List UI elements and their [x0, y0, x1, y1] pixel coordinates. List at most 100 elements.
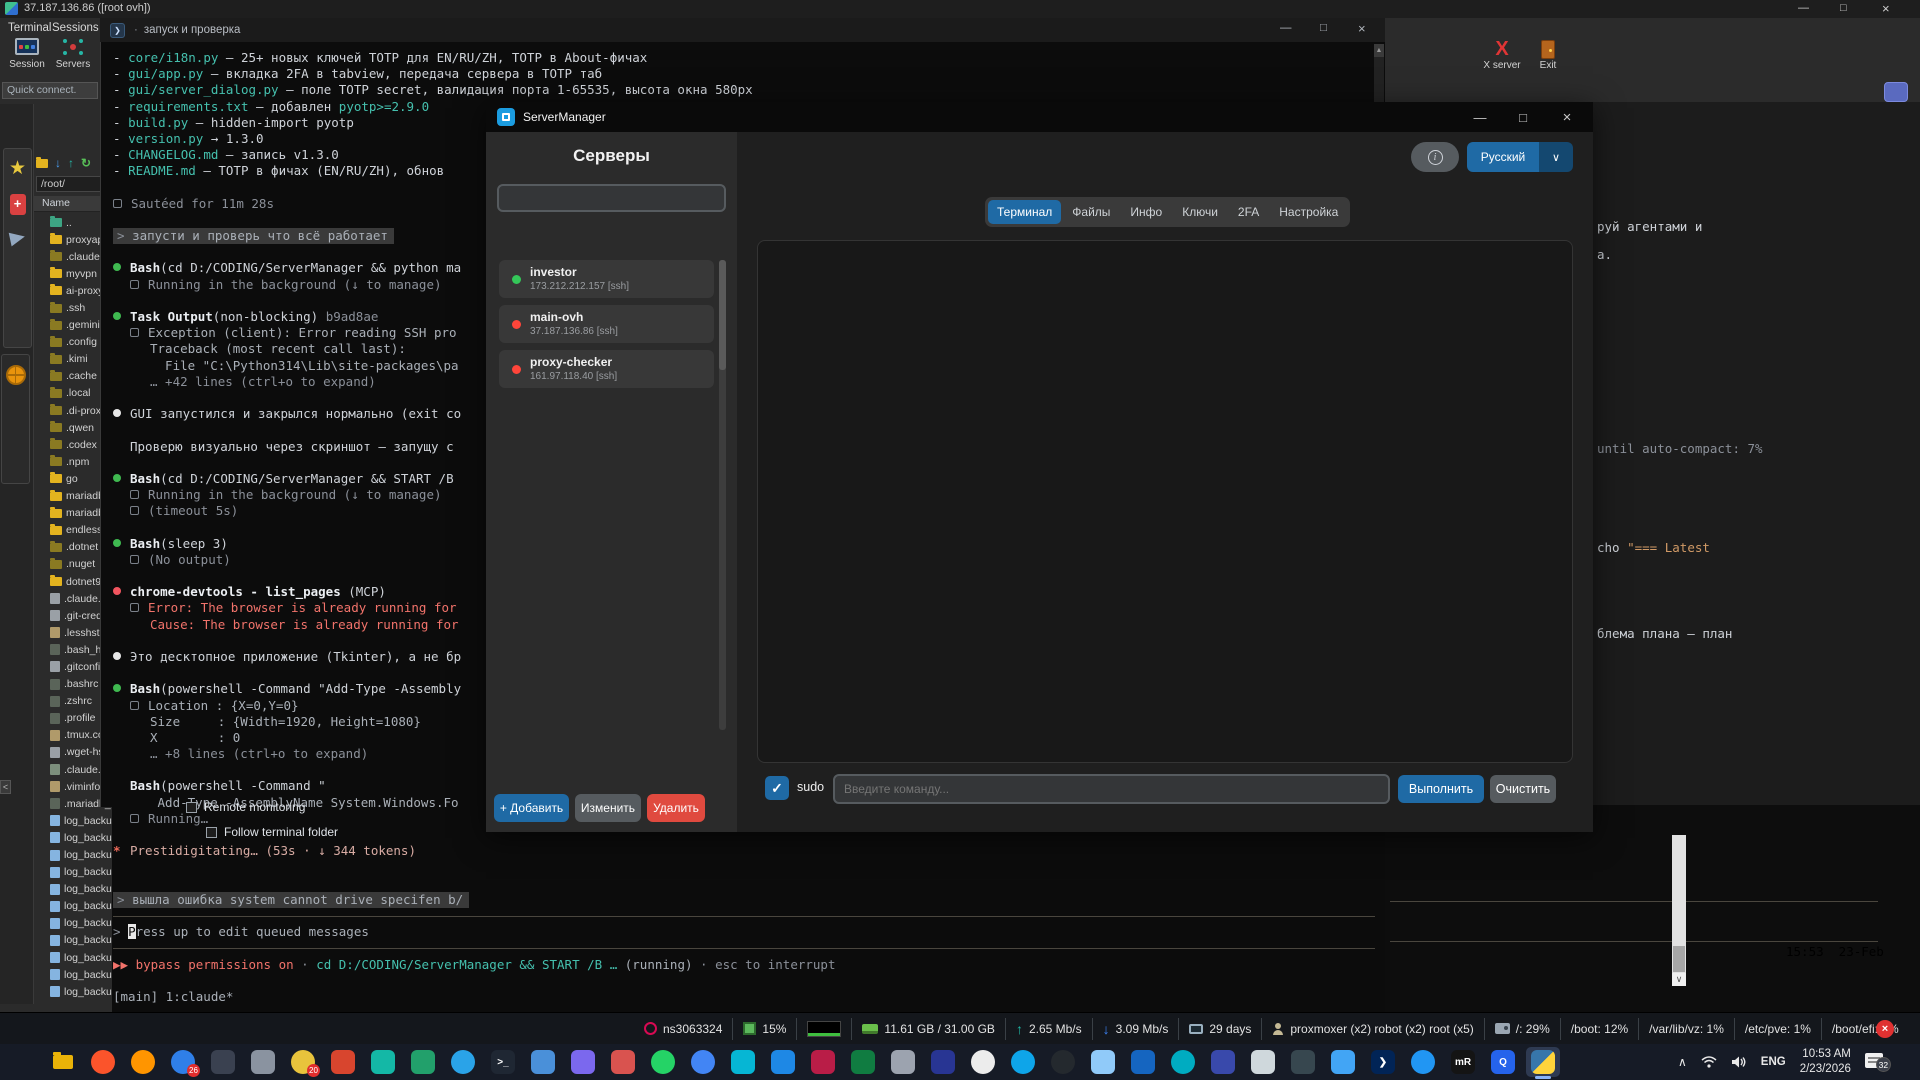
- menu-terminal[interactable]: Terminal: [8, 22, 51, 34]
- taskbar-icon-app-dark[interactable]: [206, 1047, 240, 1077]
- speaker-icon[interactable]: [1731, 1055, 1747, 1069]
- terminal-close[interactable]: ×: [1358, 21, 1366, 36]
- globe-icon[interactable]: [6, 365, 26, 385]
- window-close[interactable]: ×: [1882, 1, 1890, 16]
- command-input[interactable]: [833, 774, 1390, 804]
- favorites-star-icon[interactable]: ★: [4, 157, 31, 180]
- taskbar-icon-app-green[interactable]: [406, 1047, 440, 1077]
- taskbar-icon-mremoteng[interactable]: mR: [1446, 1047, 1480, 1077]
- exit-button[interactable]: Exit: [1530, 38, 1566, 78]
- taskbar-icon-quick-assist[interactable]: Q: [1486, 1047, 1520, 1077]
- tray-chevron-icon[interactable]: ∧: [1678, 1055, 1687, 1069]
- input-language[interactable]: ENG: [1761, 1056, 1786, 1068]
- taskbar-icon-app-teal2[interactable]: [1166, 1047, 1200, 1077]
- add-server-button[interactable]: + Добавить: [494, 794, 569, 822]
- scrollbar-down-arrow[interactable]: ∨: [1672, 973, 1686, 986]
- remote-monitoring-checkbox[interactable]: [186, 802, 197, 813]
- taskbar-icon-telegram[interactable]: [446, 1047, 480, 1077]
- scrollbar-thumb[interactable]: [1673, 946, 1685, 972]
- server-card-main-ovh[interactable]: main-ovh37.187.136.86 [ssh]: [499, 305, 714, 343]
- servers-button[interactable]: Servers: [52, 38, 94, 80]
- taskbar-icon-app-darkred[interactable]: [806, 1047, 840, 1077]
- terminal-maximize[interactable]: □: [1320, 22, 1327, 34]
- server-card-investor[interactable]: investor173.212.212.157 [ssh]: [499, 260, 714, 298]
- scrollbar-thumb[interactable]: [719, 260, 726, 370]
- taskbar-icon-start[interactable]: [6, 1047, 40, 1077]
- edit-server-button[interactable]: Изменить: [575, 794, 641, 822]
- remote-monitoring-option[interactable]: Remote monitoring: [186, 800, 305, 814]
- taskbar-icon-app-red[interactable]: [326, 1047, 360, 1077]
- window-maximize[interactable]: □: [1840, 2, 1847, 14]
- xserver-button[interactable]: X X server: [1480, 38, 1524, 78]
- server-list-scrollbar[interactable]: [719, 260, 726, 730]
- taskbar-icon-app-lightgrey[interactable]: [1246, 1047, 1280, 1077]
- taskbar-icon-whatsapp[interactable]: [646, 1047, 680, 1077]
- taskbar-icon-firefox[interactable]: [126, 1047, 160, 1077]
- taskbar-icon-app-grey[interactable]: [246, 1047, 280, 1077]
- terminal-titlebar[interactable]: ❯ · запуск и проверка — □ ×: [100, 18, 1385, 42]
- tab-2FA[interactable]: 2FA: [1229, 200, 1268, 224]
- server-search-input[interactable]: [497, 184, 726, 212]
- sm-minimize[interactable]: —: [1461, 102, 1499, 132]
- taskbar-icon-app-sky[interactable]: [1006, 1047, 1040, 1077]
- taskbar-icon-chatgpt[interactable]: [966, 1047, 1000, 1077]
- taskbar-icon-app-indigo2[interactable]: [1206, 1047, 1240, 1077]
- clear-button[interactable]: Очистить: [1490, 775, 1556, 803]
- close-monitoring-button[interactable]: ×: [1876, 1020, 1894, 1038]
- wifi-icon[interactable]: [1701, 1055, 1717, 1069]
- taskbar-icon-app-blue2[interactable]: [766, 1047, 800, 1077]
- server-card-proxy-checker[interactable]: proxy-checker161.97.118.40 [ssh]: [499, 350, 714, 388]
- tab-Ключи[interactable]: Ключи: [1173, 200, 1227, 224]
- download-icon[interactable]: ↓: [55, 156, 61, 170]
- paper-plane-icon[interactable]: [9, 230, 27, 247]
- tab-Терминал[interactable]: Терминал: [988, 200, 1061, 224]
- taskbar-icon-app-cyan[interactable]: [726, 1047, 760, 1077]
- follow-terminal-folder-option[interactable]: Follow terminal folder: [206, 825, 338, 839]
- tray-clock[interactable]: 10:53 AM 2/23/2026: [1800, 1047, 1851, 1077]
- taskbar-icon-brave[interactable]: [86, 1047, 120, 1077]
- tools-knife-icon[interactable]: +: [10, 194, 26, 215]
- sm-maximize[interactable]: □: [1504, 102, 1542, 132]
- taskbar-icon-app-blue[interactable]: [526, 1047, 560, 1077]
- sudo-checkbox[interactable]: ✓: [765, 776, 789, 800]
- taskbar-icon-app-red2[interactable]: [606, 1047, 640, 1077]
- taskbar-icon-chrome-canary[interactable]: 20: [286, 1047, 320, 1077]
- taskbar-icon-app-purple[interactable]: [566, 1047, 600, 1077]
- taskbar-icon-app-slate[interactable]: [1286, 1047, 1320, 1077]
- folder-up-icon[interactable]: [36, 159, 48, 168]
- delete-server-button[interactable]: Удалить: [647, 794, 705, 822]
- run-command-button[interactable]: Выполнить: [1398, 775, 1484, 803]
- taskbar-icon-excel[interactable]: [846, 1047, 880, 1077]
- taskbar-icon-monitor-blue[interactable]: [1406, 1047, 1440, 1077]
- taskbar-icon-word[interactable]: [1126, 1047, 1160, 1077]
- taskbar-icon-github[interactable]: [1046, 1047, 1080, 1077]
- sidebar-pin-icon[interactable]: [1884, 82, 1908, 102]
- tab-Файлы[interactable]: Файлы: [1063, 200, 1119, 224]
- terminal-minimize[interactable]: —: [1280, 22, 1292, 34]
- taskbar-icon-explorer[interactable]: [46, 1047, 80, 1077]
- taskbar-icon-app-lightblue[interactable]: [1086, 1047, 1120, 1077]
- taskbar-icon-app-indigo[interactable]: [926, 1047, 960, 1077]
- background-scrollbar[interactable]: ∨: [1672, 835, 1686, 986]
- scroll-left-arrow[interactable]: <: [0, 780, 11, 794]
- upload-icon[interactable]: ↑: [68, 156, 74, 170]
- taskbar-icon-python-terminal[interactable]: [1526, 1047, 1560, 1077]
- notification-center[interactable]: 32: [1865, 1052, 1891, 1072]
- servermanager-titlebar[interactable]: ServerManager — □ ×: [486, 102, 1593, 132]
- tab-Настройка[interactable]: Настройка: [1270, 200, 1347, 224]
- window-minimize[interactable]: —: [1798, 2, 1809, 14]
- language-dropdown[interactable]: Русский ∨: [1467, 142, 1573, 172]
- refresh-icon[interactable]: ↻: [81, 156, 91, 170]
- ssh-output-textbox[interactable]: [757, 240, 1573, 763]
- follow-terminal-folder-checkbox[interactable]: [206, 827, 217, 838]
- menu-sessions[interactable]: Sessions: [52, 22, 99, 34]
- taskbar-icon-powershell[interactable]: ❯: [1366, 1047, 1400, 1077]
- quick-connect-input[interactable]: Quick connect.: [2, 82, 98, 99]
- sm-close[interactable]: ×: [1548, 102, 1586, 132]
- taskbar-icon-cmd[interactable]: >_: [486, 1047, 520, 1077]
- info-button[interactable]: i: [1411, 142, 1459, 172]
- taskbar-icon-app-grey2[interactable]: [886, 1047, 920, 1077]
- taskbar-icon-browser-blue[interactable]: 26: [166, 1047, 200, 1077]
- session-button[interactable]: Session: [6, 38, 48, 80]
- taskbar-icon-app-teal[interactable]: [366, 1047, 400, 1077]
